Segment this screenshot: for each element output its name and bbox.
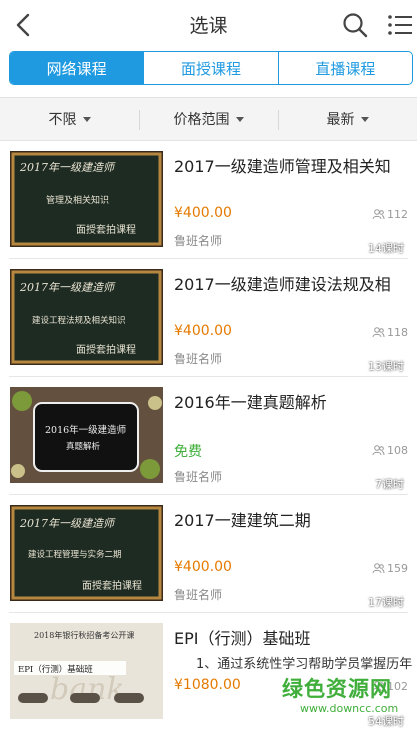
- student-count-value: 108: [387, 444, 408, 457]
- filter-bar: 不限 价格范围 最新: [0, 97, 417, 141]
- course-thumbnail: 2018年银行秋招备考公开课 EPI（行测）基础班 bank: [10, 623, 163, 719]
- course-thumbnail: 2017年一级建造师 建设工程法规及相关知识 面授套拍课程: [10, 269, 163, 365]
- course-price: ¥1080.00: [174, 677, 241, 693]
- people-icon: [372, 327, 385, 338]
- course-title: 2017一级建造师管理及相关知: [174, 157, 391, 176]
- course-price: ¥400.00: [174, 323, 232, 339]
- course-title: EPI（行测）基础班: [174, 629, 311, 648]
- student-count-value: 118: [387, 326, 408, 339]
- svg-text:2018年银行秋招备考公开课: 2018年银行秋招备考公开课: [34, 630, 134, 640]
- course-price: 免费: [174, 444, 202, 460]
- course-title: 2016年一建真题解析: [174, 393, 327, 412]
- svg-text:面授套拍课程: 面授套拍课程: [76, 223, 136, 236]
- student-count: 159: [372, 562, 408, 575]
- course-description: 1、通过系统性学习帮助学员掌握历年: [196, 657, 413, 672]
- course-title: 2017一建建筑二期: [174, 511, 311, 530]
- course-thumbnail: 2017年一级建造师 管理及相关知识 面授套拍课程: [10, 151, 163, 247]
- course-item[interactable]: 2017年一级建造师 管理及相关知识 面授套拍课程 14课时 2017一级建造师…: [9, 141, 408, 259]
- lesson-count: 54课时: [368, 715, 404, 728]
- people-icon: [372, 209, 385, 220]
- svg-text:真题解析: 真题解析: [66, 441, 101, 452]
- course-teacher: 鲁班名师: [174, 234, 223, 248]
- tab-offline-courses[interactable]: 面授课程: [144, 52, 279, 84]
- lesson-count: 7课时: [375, 478, 404, 491]
- course-teacher: 鲁班名师: [174, 588, 223, 602]
- filter-label: 价格范围: [173, 112, 230, 128]
- watermark-text: 绿色资源网: [282, 677, 392, 701]
- caret-down-icon: [235, 116, 244, 122]
- course-price: ¥400.00: [174, 205, 232, 221]
- caret-down-icon: [360, 116, 369, 122]
- svg-text:2017年一级建造师: 2017年一级建造师: [19, 281, 116, 294]
- filter-unlimited[interactable]: 不限: [0, 98, 139, 140]
- filter-label: 最新: [326, 112, 355, 128]
- lesson-count: 14课时: [368, 242, 404, 255]
- filter-label: 不限: [48, 112, 77, 128]
- course-item[interactable]: 2016年一级建造师 真题解析 7课时 2016年一建真题解析 免费 鲁班名师 …: [9, 377, 408, 495]
- lesson-count: 13课时: [368, 360, 404, 373]
- caret-down-icon: [82, 116, 91, 122]
- svg-text:2017年一级建造师: 2017年一级建造师: [19, 517, 116, 530]
- tab-online-courses[interactable]: 网络课程: [10, 52, 145, 84]
- course-item[interactable]: 2017年一级建造师 建设工程管理与实务二期 面授套拍课程 17课时 2017一…: [9, 495, 408, 613]
- course-title: 2017一级建造师建设法规及相: [174, 275, 391, 294]
- svg-text:2017年一级建造师: 2017年一级建造师: [19, 161, 116, 174]
- course-price: ¥400.00: [174, 559, 232, 575]
- course-list: 2017年一级建造师 管理及相关知识 面授套拍课程 14课时 2017一级建造师…: [0, 141, 417, 731]
- student-count: 112: [372, 208, 408, 221]
- tab-live-courses[interactable]: 直播课程: [279, 52, 412, 84]
- svg-text:建设工程法规及相关知识: 建设工程法规及相关知识: [32, 315, 126, 326]
- svg-text:2016年一级建造师: 2016年一级建造师: [45, 424, 126, 436]
- filter-price-range[interactable]: 价格范围: [139, 98, 278, 140]
- course-thumbnail: 2017年一级建造师 建设工程管理与实务二期 面授套拍课程: [10, 505, 163, 601]
- course-type-tabs: 网络课程 面授课程 直播课程: [9, 51, 413, 85]
- watermark-url: www.downcc.com: [300, 702, 399, 715]
- list-menu-icon[interactable]: [386, 12, 414, 38]
- student-count: 108: [372, 444, 408, 457]
- course-thumbnail: 2016年一级建造师 真题解析: [10, 387, 163, 483]
- course-teacher: 鲁班名师: [174, 470, 223, 484]
- lesson-count: 17课时: [368, 596, 404, 609]
- filter-sort-latest[interactable]: 最新: [278, 98, 417, 140]
- app-header: 选课: [0, 0, 417, 50]
- search-icon[interactable]: [341, 11, 369, 39]
- student-count: 118: [372, 326, 408, 339]
- svg-text:面授套拍课程: 面授套拍课程: [76, 343, 136, 356]
- course-item[interactable]: 2017年一级建造师 建设工程法规及相关知识 面授套拍课程 13课时 2017一…: [9, 259, 408, 377]
- svg-text:面授套拍课程: 面授套拍课程: [82, 579, 142, 592]
- svg-text:管理及相关知识: 管理及相关知识: [46, 194, 109, 206]
- people-icon: [372, 445, 385, 456]
- student-count-value: 159: [387, 562, 408, 575]
- svg-text:建设工程管理与实务二期: 建设工程管理与实务二期: [28, 549, 122, 560]
- people-icon: [372, 563, 385, 574]
- course-teacher: 鲁班名师: [174, 352, 223, 366]
- student-count-value: 112: [387, 208, 408, 221]
